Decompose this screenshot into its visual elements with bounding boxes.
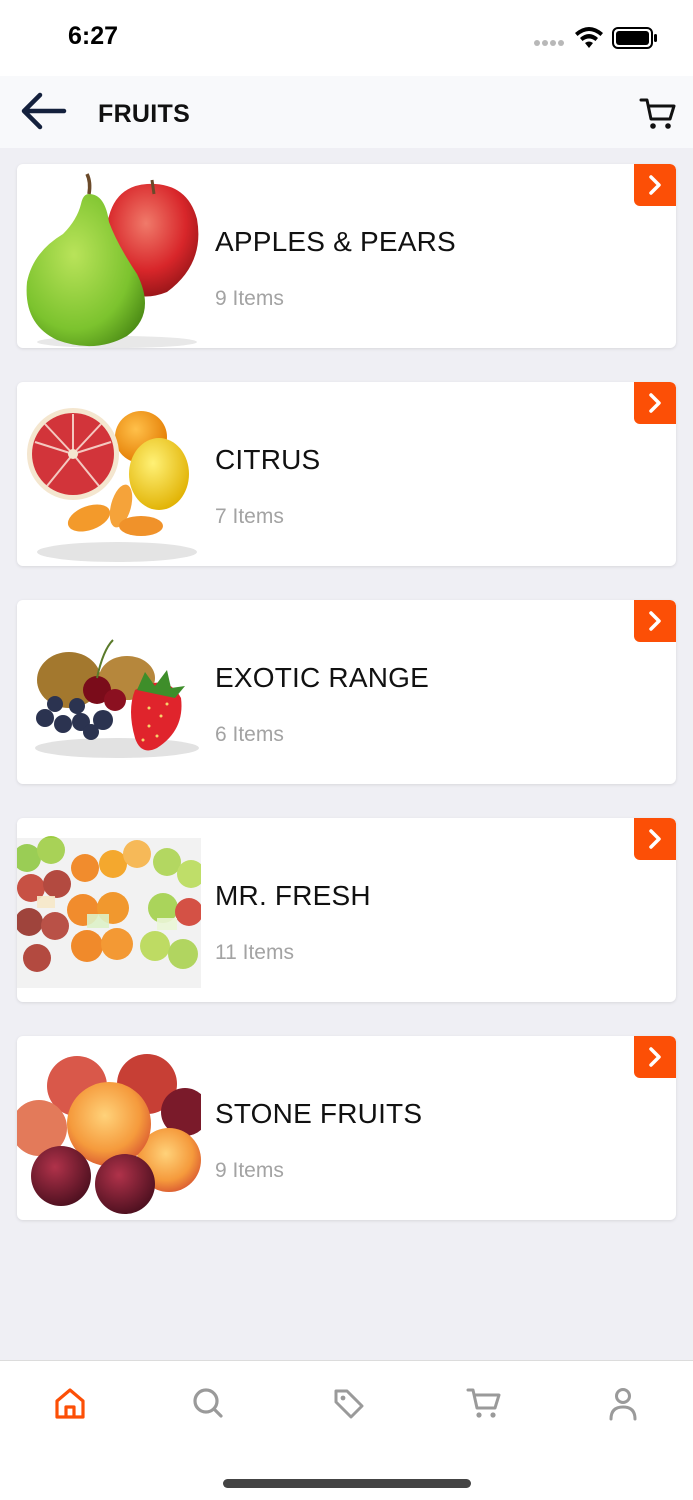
- status-bar: 6:27: [0, 0, 693, 76]
- tab-home[interactable]: [50, 1383, 90, 1423]
- open-category-button[interactable]: [634, 1036, 676, 1078]
- category-item-count: 9 Items: [215, 287, 284, 310]
- category-card-stone-fruits[interactable]: STONE FRUITS 9 Items: [17, 1036, 676, 1220]
- peaches-and-plums-image: [17, 1054, 201, 1214]
- cellular-signal-icon: [534, 40, 564, 46]
- chevron-right-icon: [649, 175, 661, 195]
- category-name: MR. FRESH: [215, 880, 371, 911]
- tab-offers[interactable]: [328, 1383, 368, 1423]
- apple-and-pear-image: [26, 173, 199, 348]
- page-title: FRUITS: [98, 100, 191, 128]
- open-category-button[interactable]: [634, 164, 676, 206]
- exotic-fruits-image: [35, 639, 199, 758]
- cart-icon: [466, 1388, 501, 1418]
- open-category-button[interactable]: [634, 818, 676, 860]
- bottom-tab-bar: [0, 1360, 693, 1500]
- citrus-fruits-image: [27, 408, 197, 562]
- category-item-count: 6 Items: [215, 723, 284, 746]
- tab-profile[interactable]: [603, 1383, 643, 1423]
- category-name: CITRUS: [215, 444, 321, 475]
- tab-search[interactable]: [188, 1383, 228, 1423]
- status-time: 6:27: [68, 22, 119, 50]
- tag-icon: [334, 1389, 364, 1419]
- battery-icon: [612, 27, 657, 49]
- category-name: STONE FRUITS: [215, 1098, 423, 1129]
- open-category-button[interactable]: [634, 382, 676, 424]
- packaged-fruit-image: [17, 836, 201, 988]
- category-item-count: 7 Items: [215, 505, 284, 528]
- category-item-count: 9 Items: [215, 1159, 284, 1182]
- app-header: FRUITS: [0, 76, 693, 148]
- wifi-icon: [575, 27, 603, 48]
- chevron-right-icon: [649, 611, 661, 631]
- home-icon: [55, 1388, 85, 1419]
- home-indicator: [223, 1479, 471, 1488]
- category-card-mr-fresh[interactable]: MR. FRESH 11 Items: [17, 818, 676, 1002]
- category-card-apples-pears[interactable]: APPLES & PEARS 9 Items: [17, 164, 676, 348]
- category-card-citrus[interactable]: CITRUS 7 Items: [17, 382, 676, 566]
- chevron-right-icon: [649, 393, 661, 413]
- category-list: APPLES & PEARS 9 Items CITRUS 7 Items EX…: [17, 164, 676, 1254]
- search-icon: [193, 1388, 223, 1418]
- open-category-button[interactable]: [634, 600, 676, 642]
- header-cart-button[interactable]: [638, 96, 678, 132]
- tab-cart[interactable]: [464, 1383, 504, 1423]
- arrow-left-icon: [21, 92, 67, 130]
- chevron-right-icon: [649, 829, 661, 849]
- cart-icon: [639, 98, 676, 129]
- category-name: APPLES & PEARS: [215, 226, 456, 257]
- back-button[interactable]: [18, 88, 70, 136]
- category-card-exotic-range[interactable]: EXOTIC RANGE 6 Items: [17, 600, 676, 784]
- user-icon: [609, 1388, 637, 1421]
- category-name: EXOTIC RANGE: [215, 662, 429, 693]
- chevron-right-icon: [649, 1047, 661, 1067]
- category-item-count: 11 Items: [215, 941, 294, 964]
